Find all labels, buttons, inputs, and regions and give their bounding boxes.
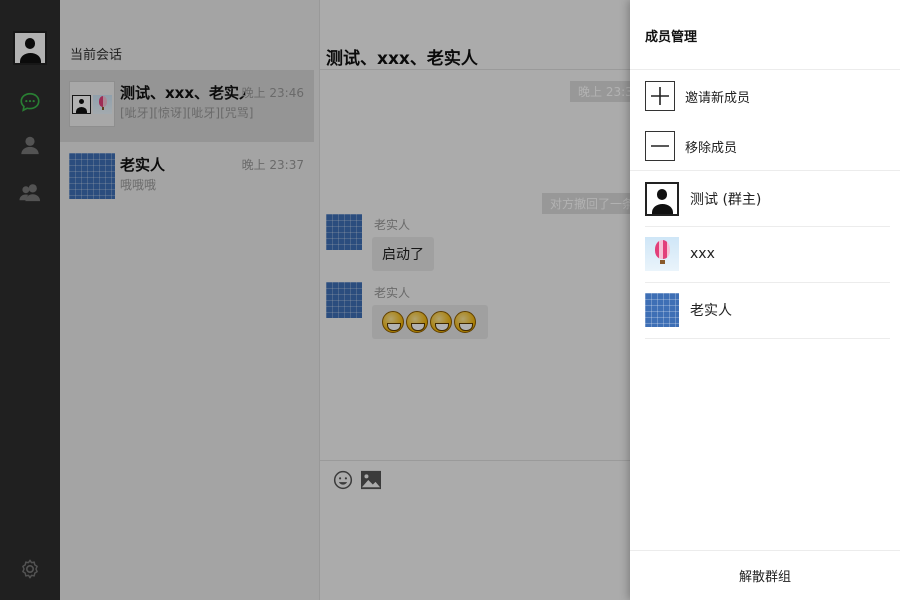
member-management-panel: 成员管理 邀请新成员 移除成员 测试 (群主) xxx 老实人 解散群组 [630,0,900,600]
divider [630,69,900,70]
divider [645,282,890,283]
invite-member-label: 邀请新成员 [685,90,751,106]
keyboard-avatar-icon [645,293,679,327]
divider [645,338,890,339]
remove-member-button[interactable]: 移除成员 [645,130,885,162]
member-name: 老实人 [690,303,732,319]
divider [630,170,900,171]
dissolve-bar: 解散群组 [630,550,900,600]
balloon-avatar-icon [645,237,679,271]
member-item[interactable]: 老实人 [645,292,890,328]
remove-member-label: 移除成员 [685,140,738,156]
panel-title: 成员管理 [645,30,698,45]
invite-member-button[interactable]: 邀请新成员 [645,80,885,112]
divider [645,226,890,227]
dissolve-group-button[interactable]: 解散群组 [739,566,791,585]
person-avatar-icon [645,182,679,216]
member-name: xxx [690,246,715,262]
member-name: 测试 (群主) [690,192,762,208]
member-item[interactable]: 测试 (群主) [645,181,890,217]
member-item[interactable]: xxx [645,236,890,272]
plus-icon [645,81,675,111]
minus-icon [645,131,675,161]
